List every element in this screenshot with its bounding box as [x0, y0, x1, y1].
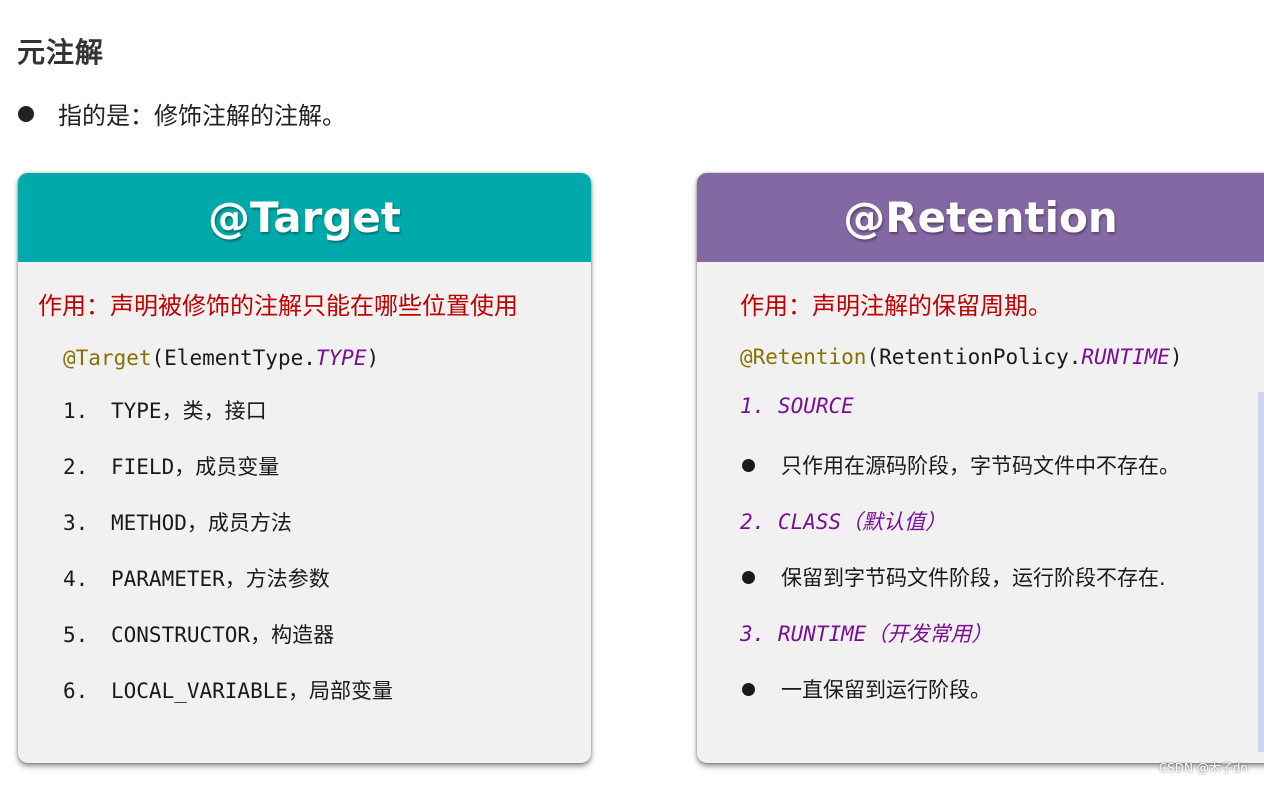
- bullet-icon: [742, 682, 755, 696]
- retention-policy-runtime: 3. RUNTIME（开发常用）: [740, 622, 993, 646]
- bullet-icon: [18, 105, 34, 122]
- target-list-item: 5. CONSTRUCTOR，构造器: [63, 619, 334, 649]
- retention-code-example: @Retention(RetentionPolicy.RUNTIME): [740, 345, 1183, 369]
- list-item-number: 6.: [63, 679, 89, 703]
- bullet-icon: [742, 570, 755, 584]
- list-item-number: 3.: [63, 511, 89, 535]
- retention-card-title: @Retention: [843, 193, 1118, 242]
- list-item-text: PARAMETER，方法参数: [111, 567, 330, 591]
- retention-policy-desc: 一直保留到运行阶段。: [742, 674, 991, 704]
- retention-code-open: (RetentionPolicy.: [866, 345, 1082, 369]
- target-card-header: @Target: [18, 173, 591, 262]
- target-purpose: 作用：声明被修饰的注解只能在哪些位置使用: [38, 292, 518, 320]
- retention-policy-class: 2. CLASS（默认值）: [740, 510, 947, 534]
- intro-bullet: 指的是：修饰注解的注解。: [18, 96, 346, 131]
- intro-text: 指的是：修饰注解的注解。: [58, 102, 346, 130]
- list-item-number: 1.: [63, 399, 89, 423]
- retention-code-close: ): [1169, 345, 1183, 369]
- target-code-close: ): [366, 346, 380, 370]
- retention-card: @Retention 作用：声明注解的保留周期。 @Retention(Rete…: [697, 173, 1264, 763]
- page-heading: 元注解: [17, 36, 105, 69]
- policy-desc-text: 一直保留到运行阶段。: [781, 678, 991, 702]
- bullet-icon: [742, 458, 755, 472]
- list-item-text: LOCAL_VARIABLE，局部变量: [111, 679, 394, 703]
- target-code-open: (ElementType.: [151, 346, 316, 370]
- target-code-example: @Target(ElementType.TYPE): [63, 346, 379, 370]
- retention-code-annotation: @Retention: [740, 345, 867, 369]
- target-card: @Target 作用：声明被修饰的注解只能在哪些位置使用 @Target(Ele…: [18, 173, 591, 763]
- target-list-item: 3. METHOD，成员方法: [63, 507, 292, 537]
- watermark: CSDN @木子dn: [1158, 761, 1248, 775]
- list-item-text: CONSTRUCTOR，构造器: [111, 623, 335, 647]
- target-list-item: 4. PARAMETER，方法参数: [63, 563, 330, 593]
- policy-desc-text: 只作用在源码阶段，字节码文件中不存在。: [781, 454, 1180, 478]
- retention-policy-desc: 保留到字节码文件阶段，运行阶段不存在.: [742, 562, 1166, 592]
- retention-code-constant: RUNTIME: [1081, 345, 1170, 369]
- list-item-number: 5.: [63, 623, 89, 647]
- policy-desc-text: 保留到字节码文件阶段，运行阶段不存在.: [781, 566, 1166, 590]
- target-list-item: 6. LOCAL_VARIABLE，局部变量: [63, 675, 393, 705]
- list-item-number: 4.: [63, 567, 89, 591]
- target-card-title: @Target: [208, 193, 401, 242]
- list-item-text: FIELD，成员变量: [111, 455, 280, 479]
- scroll-edge-bar: [1258, 392, 1264, 752]
- retention-policy-desc: 只作用在源码阶段，字节码文件中不存在。: [742, 450, 1180, 480]
- list-item-number: 2.: [63, 455, 89, 479]
- target-list-item: 1. TYPE，类，接口: [63, 395, 267, 425]
- list-item-text: TYPE，类，接口: [111, 399, 267, 423]
- target-code-annotation: @Target: [63, 346, 152, 370]
- retention-purpose: 作用：声明注解的保留周期。: [740, 292, 1052, 320]
- list-item-text: METHOD，成员方法: [111, 511, 292, 535]
- retention-card-header: @Retention: [697, 173, 1264, 262]
- retention-policy-source: 1. SOURCE: [740, 394, 854, 418]
- target-list-item: 2. FIELD，成员变量: [63, 451, 279, 481]
- target-code-constant: TYPE: [315, 346, 367, 370]
